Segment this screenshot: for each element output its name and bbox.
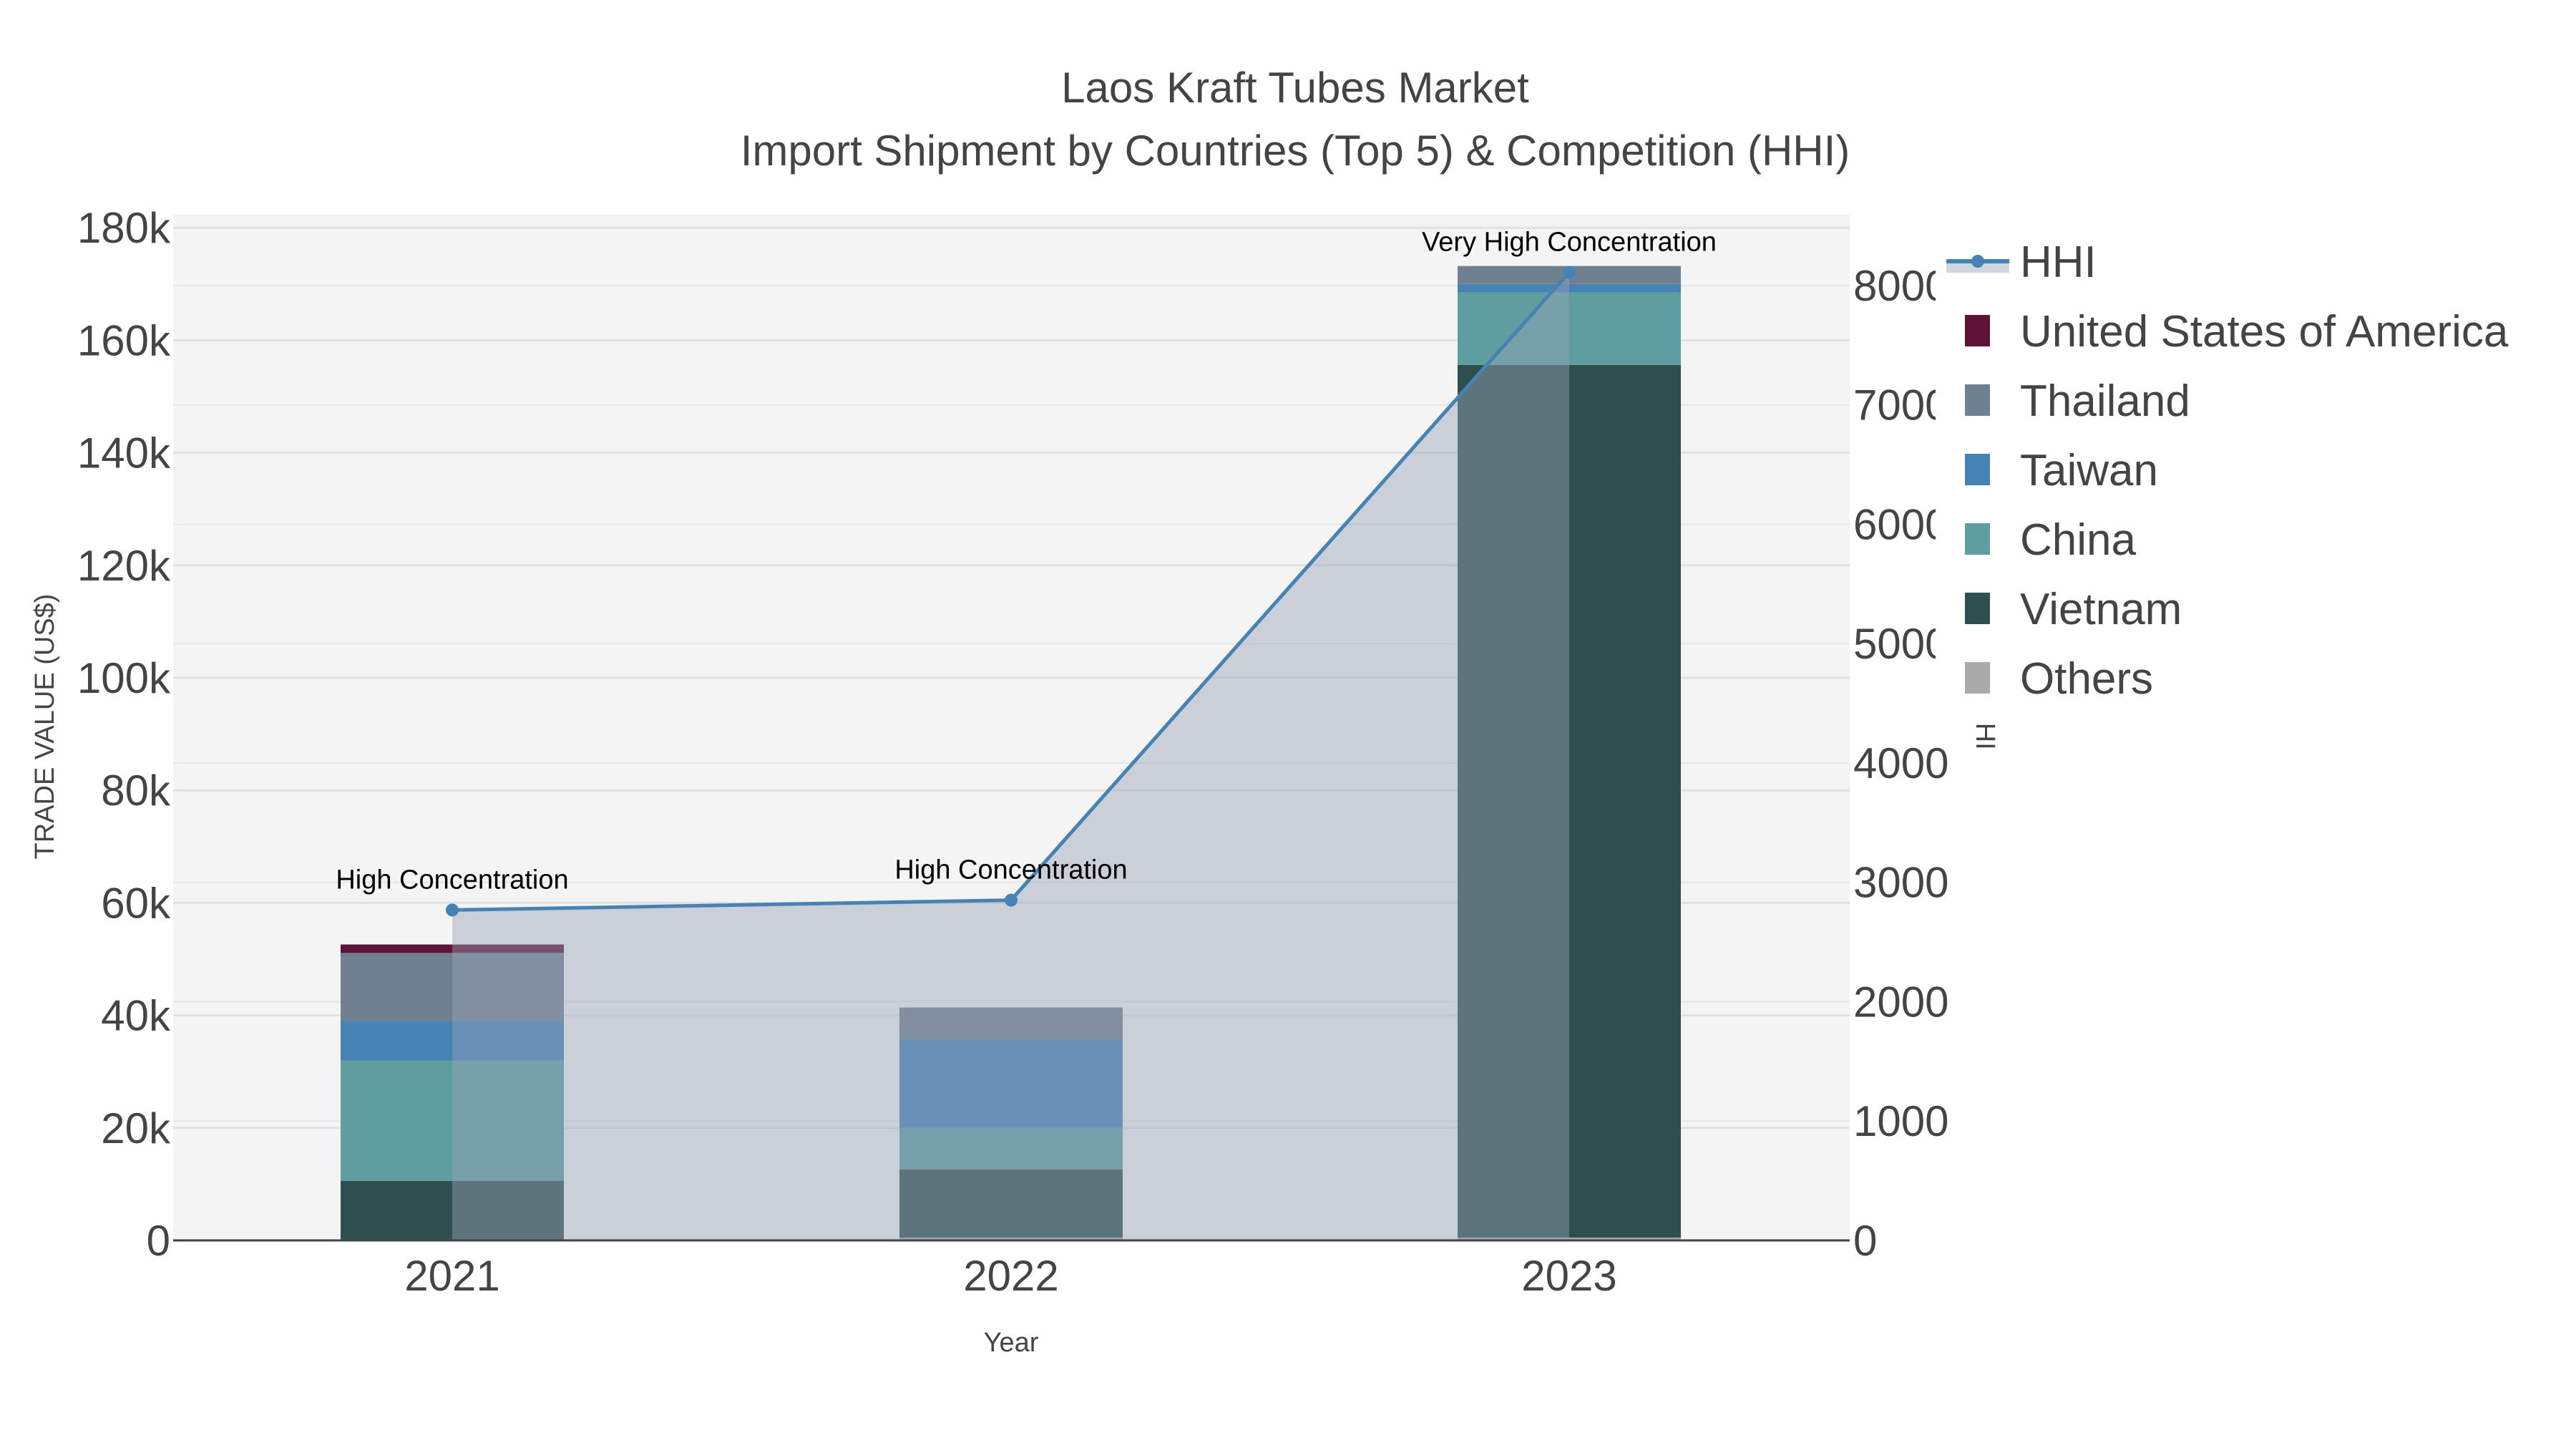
- legend-swatch-china: [1965, 523, 1990, 555]
- y-tick-label: 100k: [77, 654, 171, 702]
- hhi-point-2023: [1563, 266, 1576, 279]
- legend-swatch-thailand: [1965, 384, 1990, 416]
- y2-tick-label: 8000: [1853, 262, 1948, 310]
- chart-subtitle: Import Shipment by Countries (Top 5) & C…: [741, 127, 1850, 175]
- y-tick-label: 140k: [77, 429, 171, 477]
- x-axis-title: Year: [984, 1328, 1039, 1358]
- hhi-point-2022: [1005, 893, 1018, 907]
- y-tick-label: 180k: [77, 204, 171, 252]
- legend-label: United States of America: [2020, 307, 2509, 356]
- legend-swatch-others: [1965, 662, 1990, 694]
- legend: HHI United States of America Thailand Taiwa…: [1936, 222, 2565, 723]
- y-tick-label: 80k: [101, 767, 171, 815]
- y-tick-label: 20k: [101, 1104, 171, 1152]
- y2-tick-label: 2000: [1853, 978, 1948, 1026]
- y-axis-title: TRADE VALUE (US$): [30, 594, 60, 860]
- y2-tick-label: 0: [1853, 1217, 1877, 1265]
- y2-tick-label: 6000: [1853, 500, 1948, 548]
- legend-hhi-marker: [1971, 255, 1984, 268]
- hhi-annotation: High Concentration: [894, 855, 1127, 885]
- y-tick-label: 160k: [77, 316, 171, 364]
- legend-label: HHI: [2020, 238, 2097, 287]
- y2-tick-label: 1000: [1853, 1097, 1948, 1145]
- legend-swatch-vietnam: [1965, 593, 1990, 624]
- y2-tick-label: 5000: [1853, 620, 1948, 668]
- y-tick-label: 40k: [101, 992, 171, 1040]
- x-tick-label: 2023: [1521, 1252, 1616, 1300]
- hhi-annotation: High Concentration: [336, 865, 568, 895]
- y-tick-label: 60k: [101, 879, 171, 927]
- legend-label: Others: [2020, 654, 2153, 704]
- y2-tick-label: 3000: [1853, 859, 1948, 907]
- y2-tick-label: 7000: [1853, 382, 1948, 429]
- y-tick-label: 120k: [77, 542, 171, 590]
- x-tick-label: 2022: [963, 1252, 1058, 1300]
- legend-label: Thailand: [2020, 376, 2190, 426]
- hhi-point-2021: [446, 903, 459, 917]
- hhi-annotation: Very High Concentration: [1422, 227, 1717, 257]
- chart: 0 20k 40k 60k 80k 100k 120k 140k 160k 180k 0 1000 2…: [0, 0, 2576, 1449]
- y2-tick-label: 4000: [1853, 739, 1948, 787]
- y-tick-label: 0: [147, 1217, 170, 1265]
- legend-swatch-united-states-of-america: [1965, 315, 1990, 346]
- chart-title: Laos Kraft Tubes Market: [1061, 64, 1529, 112]
- legend-swatch-taiwan: [1965, 454, 1990, 485]
- x-tick-label: 2021: [404, 1252, 499, 1300]
- legend-label: Taiwan: [2020, 446, 2158, 495]
- legend-label: Vietnam: [2020, 585, 2182, 634]
- legend-label: China: [2020, 515, 2137, 565]
